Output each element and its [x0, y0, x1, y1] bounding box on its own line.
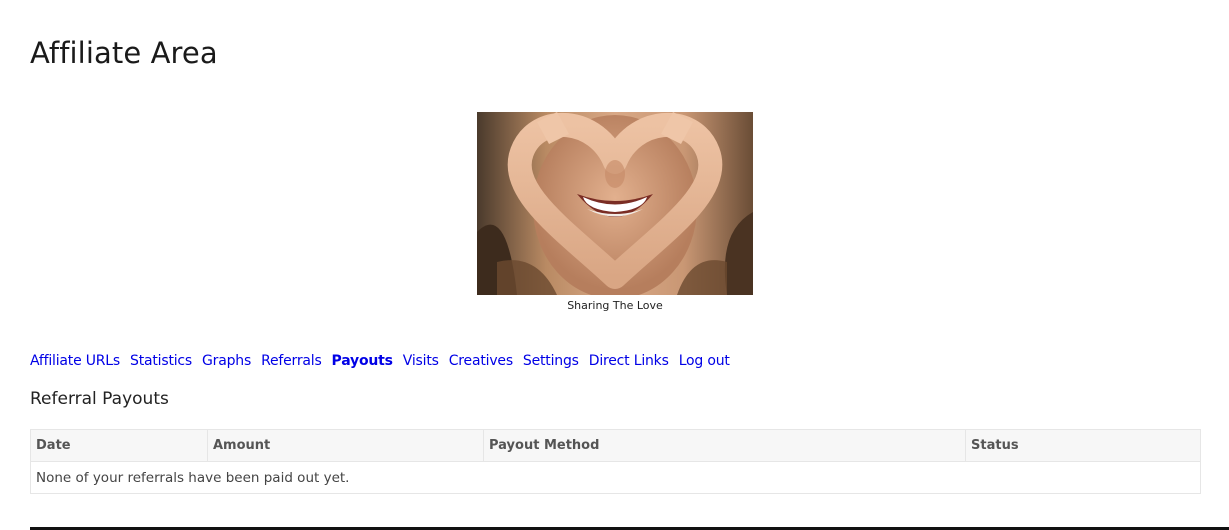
- tab-affiliate-urls: Affiliate URLs: [30, 350, 120, 369]
- empty-message: None of your referrals have been paid ou…: [30, 461, 1201, 494]
- tab-visits: Visits: [403, 350, 439, 369]
- table-header-row: Date Amount Payout Method Status: [30, 429, 1201, 462]
- tab-settings-link[interactable]: Settings: [523, 353, 579, 369]
- tab-graphs-link[interactable]: Graphs: [202, 353, 251, 369]
- tab-creatives: Creatives: [449, 350, 513, 369]
- image-caption: Sharing The Love: [567, 299, 663, 312]
- tab-visits-link[interactable]: Visits: [403, 353, 439, 369]
- tab-payouts-link[interactable]: Payouts: [332, 353, 393, 369]
- tab-direct-links: Direct Links: [589, 350, 669, 369]
- tab-log-out: Log out: [679, 350, 730, 369]
- tab-referrals: Referrals: [261, 350, 322, 369]
- tab-direct-links-link[interactable]: Direct Links: [589, 353, 669, 369]
- tab-creatives-link[interactable]: Creatives: [449, 353, 513, 369]
- page-title: Affiliate Area: [30, 36, 218, 70]
- tab-statistics: Statistics: [130, 350, 192, 369]
- column-header-payout-method: Payout Method: [483, 429, 966, 462]
- column-header-status: Status: [965, 429, 1201, 462]
- tab-affiliate-urls-link[interactable]: Affiliate URLs: [30, 353, 120, 369]
- affiliate-tabs: Affiliate URLs Statistics Graphs Referra…: [30, 350, 740, 369]
- tab-referrals-link[interactable]: Referrals: [261, 353, 322, 369]
- tab-statistics-link[interactable]: Statistics: [130, 353, 192, 369]
- payouts-table: Date Amount Payout Method Status None of…: [30, 429, 1201, 494]
- column-header-amount: Amount: [207, 429, 484, 462]
- tab-graphs: Graphs: [202, 350, 251, 369]
- featured-image-figure: Sharing The Love: [477, 112, 753, 312]
- heart-hands-photo: [477, 112, 753, 295]
- referral-payouts-heading: Referral Payouts: [30, 389, 169, 409]
- table-row: None of your referrals have been paid ou…: [30, 461, 1201, 494]
- tab-payouts: Payouts: [332, 350, 393, 369]
- tab-settings: Settings: [523, 350, 579, 369]
- log-out-link[interactable]: Log out: [679, 353, 730, 369]
- column-header-date: Date: [30, 429, 208, 462]
